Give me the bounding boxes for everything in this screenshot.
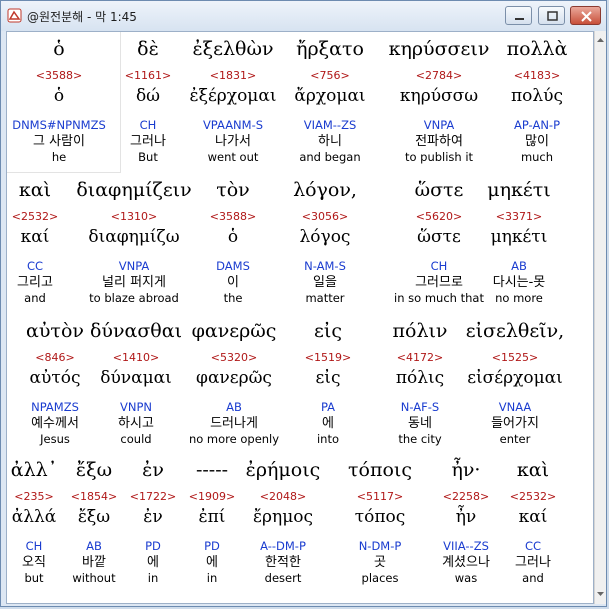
strong-number: <1525> [491,351,539,364]
word-cell[interactable]: εἰσελθεῖν, <1525> εἰσέρχομαι VNAA 들어가지 enter [455,318,575,447]
greek-word: εἰσελθεῖν, [465,320,565,342]
greek-word: πολλὰ [506,38,568,60]
greek-word: ἤρξατο [296,38,364,60]
parsing-code: VNAA [498,400,532,414]
word-cell[interactable]: καὶ <2532> καί CC 그러나 and [473,457,593,586]
korean-gloss: 하니 [318,134,342,149]
app-logo-icon [7,8,22,23]
greek-word: καὶ [516,459,550,481]
minimize-button[interactable] [505,6,532,25]
app-window: @원전분해 - 막 1:45 ὁ <3588> ὁ DNMS#NPNMZS 그 사람이 h… [0,0,607,607]
strong-number: <2532> [509,490,557,503]
maximize-button[interactable] [538,6,565,25]
english-gloss: no more [495,291,543,305]
english-gloss: matter [305,291,345,305]
strong-number: <4183> [513,69,561,82]
word-cell[interactable]: πολλὰ <4183> πολύς AP-AN-P 많이 much [477,36,593,165]
parsing-code: AB [511,259,527,273]
korean-gloss: 들어가지 [491,416,539,431]
korean-gloss: 다시는-못 [492,275,546,290]
window-title: @원전분해 - 막 1:45 [27,10,137,24]
parsing-code: N-AM-S [304,259,346,273]
english-gloss: much [520,150,554,164]
lemma-word: λόγος [299,227,351,247]
english-gloss: and began [299,150,361,164]
lemma-word: μηκέτι [490,227,548,247]
greek-word: μηκέτι [487,179,551,201]
strong-number: <3056> [301,210,349,223]
minimize-icon [515,18,524,20]
korean-gloss: 그러나 [515,555,551,570]
word-cell[interactable]: λόγον, <3056> λόγος N-AM-S 일을 matter [265,177,385,306]
scroll-up-icon[interactable] [595,33,606,47]
korean-gloss: 많이 [525,134,549,149]
english-gloss: enter [499,432,531,446]
strong-number: <3371> [495,210,543,223]
korean-gloss: 일을 [313,275,337,290]
word-cell[interactable]: μηκέτι <3371> μηκέτι AB 다시는-못 no more [459,177,579,306]
lemma-word: καί [518,507,548,527]
parsing-code: AP-AN-P [514,118,560,132]
maximize-icon [547,11,558,21]
word-cell[interactable]: ἤρξατο <756> ἄρχομαι VIAM--ZS 하니 and began [270,36,390,165]
title-bar[interactable]: @원전분해 - 막 1:45 [1,1,606,31]
vertical-scrollbar[interactable] [594,31,606,604]
parsing-code: CC [524,539,542,553]
english-gloss: and [522,571,544,585]
strong-number: <756> [310,69,350,82]
close-icon [581,11,592,22]
word-analysis-pane[interactable]: ὁ <3588> ὁ DNMS#NPNMZS 그 사람이 he δὲ <1161> δώ CH 그러… [6,31,594,604]
close-button[interactable] [570,6,601,25]
greek-word: λόγον, [293,179,357,201]
lemma-word: πολύς [510,86,564,106]
lemma-word: εἰσέρχομαι [467,368,563,388]
lemma-word: ἄρχομαι [294,86,366,106]
scroll-down-icon[interactable] [595,587,606,601]
parsing-code: VIAM--ZS [303,118,357,132]
